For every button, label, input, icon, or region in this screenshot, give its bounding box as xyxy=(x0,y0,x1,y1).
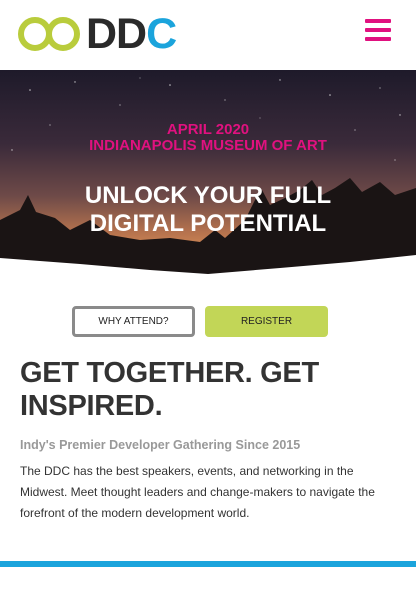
site-header: DDC xyxy=(0,0,416,70)
section-body-text: The DDC has the best speakers, events, a… xyxy=(20,464,375,520)
event-venue: INDIANAPOLIS MUSEUM OF ART xyxy=(89,137,327,154)
why-attend-button[interactable]: WHY ATTEND? xyxy=(72,306,195,337)
logo-text-c: C xyxy=(146,10,177,58)
event-date: APRIL 2020 xyxy=(166,121,250,138)
hamburger-menu-icon[interactable] xyxy=(365,19,391,41)
menu-bar xyxy=(365,37,391,41)
hero-night-sky-image xyxy=(0,70,416,280)
logo-rings-icon xyxy=(18,17,80,51)
logo-wordmark: DDC xyxy=(86,13,177,56)
hero-title: UNLOCK YOUR FULL DIGITAL POTENTIAL xyxy=(84,182,332,237)
menu-bar xyxy=(365,28,391,32)
ddc-logo[interactable]: DDC xyxy=(16,13,177,56)
logo-text-dd: DD xyxy=(86,10,147,58)
hero-banner: APRIL 2020 INDIANAPOLIS MUSEUM OF ART UN… xyxy=(0,70,416,280)
section-divider-bar xyxy=(0,561,416,567)
register-button[interactable]: REGISTER xyxy=(205,306,328,337)
section-heading: GET TOGETHER. GET INSPIRED. xyxy=(20,357,319,422)
menu-bar xyxy=(365,19,391,23)
section-subheading: Indy's Premier Developer Gathering Since… xyxy=(20,438,301,452)
